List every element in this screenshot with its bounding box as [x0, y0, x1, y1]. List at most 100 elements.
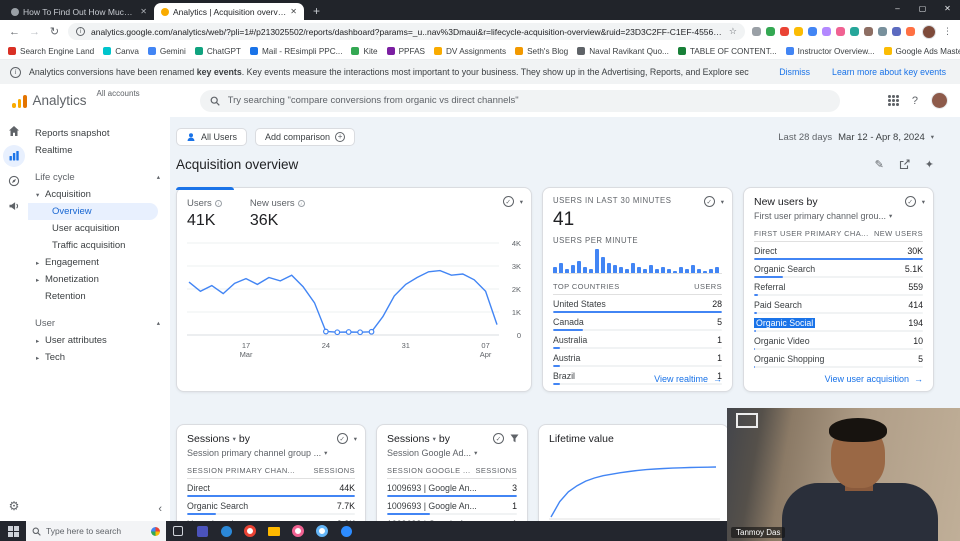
- table-row[interactable]: Paid Search414: [754, 300, 923, 315]
- chevron-up-icon[interactable]: ▴: [157, 319, 160, 327]
- tab-close-icon[interactable]: ✕: [290, 7, 297, 16]
- dimension-selector[interactable]: Session primary channel group ...▾: [187, 448, 355, 458]
- tab-close-icon[interactable]: ✕: [140, 7, 147, 16]
- minimize-icon[interactable]: –: [885, 0, 910, 16]
- data-quality-icon[interactable]: ✓: [337, 433, 348, 444]
- extension-icon[interactable]: [752, 27, 761, 36]
- help-icon[interactable]: ?: [912, 95, 918, 107]
- sidebar-item-reports-snapshot[interactable]: Reports snapshot: [28, 125, 170, 142]
- extension-icon[interactable]: [878, 27, 887, 36]
- nav-collapse-button[interactable]: ‹: [158, 503, 162, 515]
- table-row[interactable]: United States28: [553, 299, 722, 314]
- table-row[interactable]: Organic Search7.7K: [187, 501, 355, 516]
- new-tab-button[interactable]: +: [313, 2, 320, 20]
- extension-icon[interactable]: [766, 27, 775, 36]
- learn-more-link[interactable]: Learn more about key events: [832, 67, 946, 77]
- site-info-icon[interactable]: i: [76, 27, 85, 36]
- table-row[interactable]: Organic Video10: [754, 336, 923, 351]
- dimension-selector[interactable]: First user primary channel grou...▾: [754, 211, 923, 221]
- bookmark-item[interactable]: TABLE OF CONTENT...: [678, 47, 777, 56]
- taskbar-button[interactable]: [166, 521, 190, 541]
- view-realtime-link[interactable]: View realtime→: [654, 374, 722, 384]
- account-scope[interactable]: All accounts: [97, 89, 140, 98]
- data-quality-icon[interactable]: ✓: [503, 196, 514, 207]
- extension-icon[interactable]: [892, 27, 901, 36]
- chevron-down-icon[interactable]: ▾: [354, 435, 357, 443]
- taskbar-button[interactable]: [238, 521, 262, 541]
- data-quality-icon[interactable]: ✓: [905, 196, 916, 207]
- browser-tab-2[interactable]: Analytics | Acquisition overview ✕: [154, 3, 304, 20]
- browser-profile-avatar[interactable]: [922, 25, 936, 39]
- bookmark-item[interactable]: Canva: [103, 47, 139, 56]
- bookmark-item[interactable]: Seth's Blog: [515, 47, 568, 56]
- taskbar-search[interactable]: Type here to search: [26, 521, 166, 541]
- home-icon[interactable]: [3, 120, 25, 142]
- extension-icon[interactable]: [864, 27, 873, 36]
- taskbar-button[interactable]: [190, 521, 214, 541]
- bookmark-item[interactable]: Google Ads Master...: [884, 47, 960, 56]
- extension-icon[interactable]: [850, 27, 859, 36]
- filter-icon[interactable]: [510, 434, 519, 443]
- table-row[interactable]: Direct44K: [187, 483, 355, 498]
- extension-icon[interactable]: [906, 27, 915, 36]
- taskbar-button[interactable]: [286, 521, 310, 541]
- sidebar-item-engagement[interactable]: ▸Engagement: [28, 254, 170, 271]
- reports-icon[interactable]: [3, 145, 25, 167]
- bookmark-item[interactable]: Gemini: [148, 47, 186, 56]
- data-quality-icon[interactable]: ✓: [704, 196, 715, 207]
- table-row[interactable]: 1009693 | Google An...3: [387, 483, 517, 498]
- dismiss-button[interactable]: Dismiss: [779, 67, 810, 77]
- table-row[interactable]: 1009693 | Google An...1: [387, 501, 517, 516]
- table-row[interactable]: Referral559: [754, 282, 923, 297]
- close-icon[interactable]: ✕: [935, 0, 960, 16]
- chevron-down-icon[interactable]: ▾: [721, 198, 724, 206]
- bookmark-item[interactable]: Search Engine Land: [8, 47, 94, 56]
- table-row[interactable]: Organic Search5.1K: [754, 264, 923, 279]
- bookmark-item[interactable]: DV Assignments: [434, 47, 506, 56]
- table-row[interactable]: Canada5: [553, 317, 722, 332]
- chevron-up-icon[interactable]: ▴: [157, 173, 160, 181]
- browser-menu-icon[interactable]: ⋮: [943, 26, 952, 37]
- bookmark-item[interactable]: PPFAS: [387, 47, 425, 56]
- extension-icon[interactable]: [780, 27, 789, 36]
- apps-grid-icon[interactable]: [888, 95, 899, 106]
- sidebar-item-acquisition[interactable]: ▾Acquisition: [28, 186, 170, 203]
- table-row[interactable]: Australia1: [553, 335, 722, 350]
- start-button[interactable]: [0, 521, 26, 541]
- table-row[interactable]: Austria1: [553, 353, 722, 368]
- taskbar-button[interactable]: [310, 521, 334, 541]
- share-icon[interactable]: [899, 159, 910, 170]
- back-icon[interactable]: ←: [8, 26, 21, 38]
- extension-icon[interactable]: [794, 27, 803, 36]
- browser-tab-1[interactable]: How To Find Out How Much T... ✕: [4, 3, 154, 20]
- taskbar-button[interactable]: [334, 521, 358, 541]
- bookmark-item[interactable]: Naval Ravikant Quo...: [577, 47, 669, 56]
- forward-icon[interactable]: →: [28, 26, 41, 38]
- sidebar-item-traffic-acquisition[interactable]: Traffic acquisition: [28, 237, 170, 254]
- sidebar-item-realtime[interactable]: Realtime: [28, 142, 170, 159]
- extension-icon[interactable]: [822, 27, 831, 36]
- tab-new-users[interactable]: New usersi 36K: [250, 198, 305, 230]
- bookmark-item[interactable]: Instructor Overview...: [786, 47, 875, 56]
- sidebar-item-overview[interactable]: Overview: [28, 203, 158, 220]
- taskbar-button[interactable]: [214, 521, 238, 541]
- taskbar-button[interactable]: [262, 521, 286, 541]
- sidebar-item-tech[interactable]: ▸Tech: [28, 349, 170, 366]
- admin-gear-icon[interactable]: ⚙: [0, 499, 28, 513]
- table-row[interactable]: Direct30K: [754, 246, 923, 261]
- search-input[interactable]: Try searching "compare conversions from …: [200, 90, 840, 112]
- sidebar-item-monetization[interactable]: ▸Monetization: [28, 271, 170, 288]
- date-range-picker[interactable]: Last 28 days Mar 12 - Apr 8, 2024 ▾: [778, 132, 934, 143]
- metric-selector[interactable]: Sessions: [187, 433, 230, 445]
- user-avatar[interactable]: [931, 92, 948, 109]
- bookmark-item[interactable]: ChatGPT: [195, 47, 241, 56]
- extension-icon[interactable]: [836, 27, 845, 36]
- advertising-icon[interactable]: [3, 195, 25, 217]
- view-user-acquisition-link[interactable]: View user acquisition→: [825, 374, 923, 384]
- chevron-down-icon[interactable]: ▾: [520, 198, 523, 206]
- extension-icon[interactable]: [808, 27, 817, 36]
- maximize-icon[interactable]: ▢: [910, 0, 935, 16]
- sidebar-item-user-attributes[interactable]: ▸User attributes: [28, 332, 170, 349]
- sidebar-item-user-acquisition[interactable]: User acquisition: [28, 220, 170, 237]
- dimension-selector[interactable]: Session Google Ad...▾: [387, 448, 517, 458]
